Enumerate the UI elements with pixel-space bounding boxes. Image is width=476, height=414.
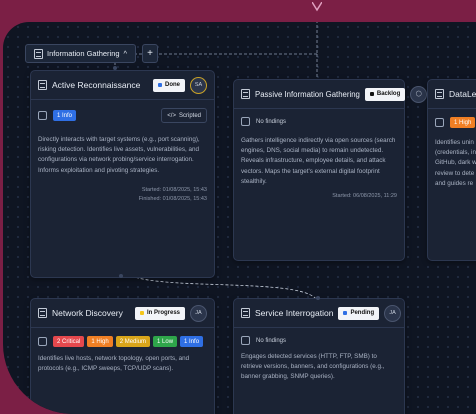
card-description: Directly interacts with target systems (… xyxy=(38,136,200,174)
no-findings-label: No findings xyxy=(256,337,287,344)
card-network-discovery[interactable]: Network Discovery In Progress JA 2 Criti… xyxy=(30,298,215,414)
connection-handle[interactable] xyxy=(119,274,123,278)
canvas[interactable]: Information Gathering ^ + Active Reconna… xyxy=(3,22,476,414)
finding-badge-medium: 2 Medium xyxy=(115,336,151,347)
document-icon xyxy=(38,80,47,90)
avatar: JA xyxy=(190,304,207,322)
tag-icon xyxy=(38,111,47,120)
document-icon xyxy=(241,89,250,99)
avatar-placeholder-icon: ◯ xyxy=(410,85,428,103)
card-description: Identifies live hosts, network topology,… xyxy=(38,355,190,373)
tag-icon xyxy=(241,336,250,345)
card-passive-information-gathering[interactable]: Passive Information Gathering Backlog ◯ … xyxy=(233,79,428,261)
chevron-up-icon: ^ xyxy=(123,49,128,58)
connection-handle[interactable] xyxy=(113,66,117,70)
document-icon xyxy=(435,89,444,99)
card-description: Identifies unin (credentials, in GitHub,… xyxy=(435,139,476,187)
card-description: Gathers intelligence indirectly via open… xyxy=(241,137,396,185)
card-active-reconnaissance[interactable]: Active Reconnaissance Done SA 1 Info </>… xyxy=(30,70,215,278)
scripted-button[interactable]: </> Scripted xyxy=(161,108,207,123)
connection-handle[interactable] xyxy=(316,296,320,300)
document-icon xyxy=(34,48,43,59)
tab-label: Information Gathering xyxy=(47,49,120,58)
down-arrow-icon xyxy=(312,2,322,12)
status-badge: Pending xyxy=(338,306,380,320)
card-title: Network Discovery xyxy=(52,308,123,318)
status-badge: Done xyxy=(153,78,185,92)
add-tab-button[interactable]: + xyxy=(142,44,159,63)
no-findings-label: No findings xyxy=(256,118,287,125)
finding-badge-info: 1 Info xyxy=(53,110,77,121)
avatar: JA xyxy=(384,304,402,322)
status-badge: In Progress xyxy=(134,306,185,320)
code-icon: </> xyxy=(167,112,176,119)
card-service-interrogation[interactable]: Service Interrogation Pending JA No find… xyxy=(233,298,405,414)
card-title: Service Interrogation xyxy=(255,308,334,318)
tag-icon xyxy=(38,337,47,346)
finding-badge-critical: 2 Critical xyxy=(53,336,85,347)
finding-badge-high: 1 High xyxy=(87,336,113,347)
finding-badge-low: 1 Low xyxy=(153,336,178,347)
card-dataleak[interactable]: DataLeak 1 High Identifies unin (credent… xyxy=(427,79,476,261)
tab-information-gathering[interactable]: Information Gathering ^ xyxy=(25,44,137,63)
tag-icon xyxy=(435,118,444,127)
status-badge: Backlog xyxy=(364,87,406,101)
document-icon xyxy=(38,308,47,318)
card-timestamps: Started: 01/08/2025, 15:43 Finished: 01/… xyxy=(138,186,207,202)
finding-badge-high: 1 High xyxy=(450,117,476,128)
card-title: DataLeak xyxy=(449,89,476,99)
document-icon xyxy=(241,308,250,318)
card-title: Passive Information Gathering xyxy=(255,89,360,99)
finding-badge-info: 1 Info xyxy=(180,336,204,347)
avatar: SA xyxy=(190,76,207,94)
card-title: Active Reconnaissance xyxy=(52,80,141,90)
tag-icon xyxy=(241,117,250,126)
card-timestamps: Started: 06/08/2025, 11:29 xyxy=(332,193,397,200)
card-description: Engages detected services (HTTP, FTP, SM… xyxy=(241,353,385,381)
